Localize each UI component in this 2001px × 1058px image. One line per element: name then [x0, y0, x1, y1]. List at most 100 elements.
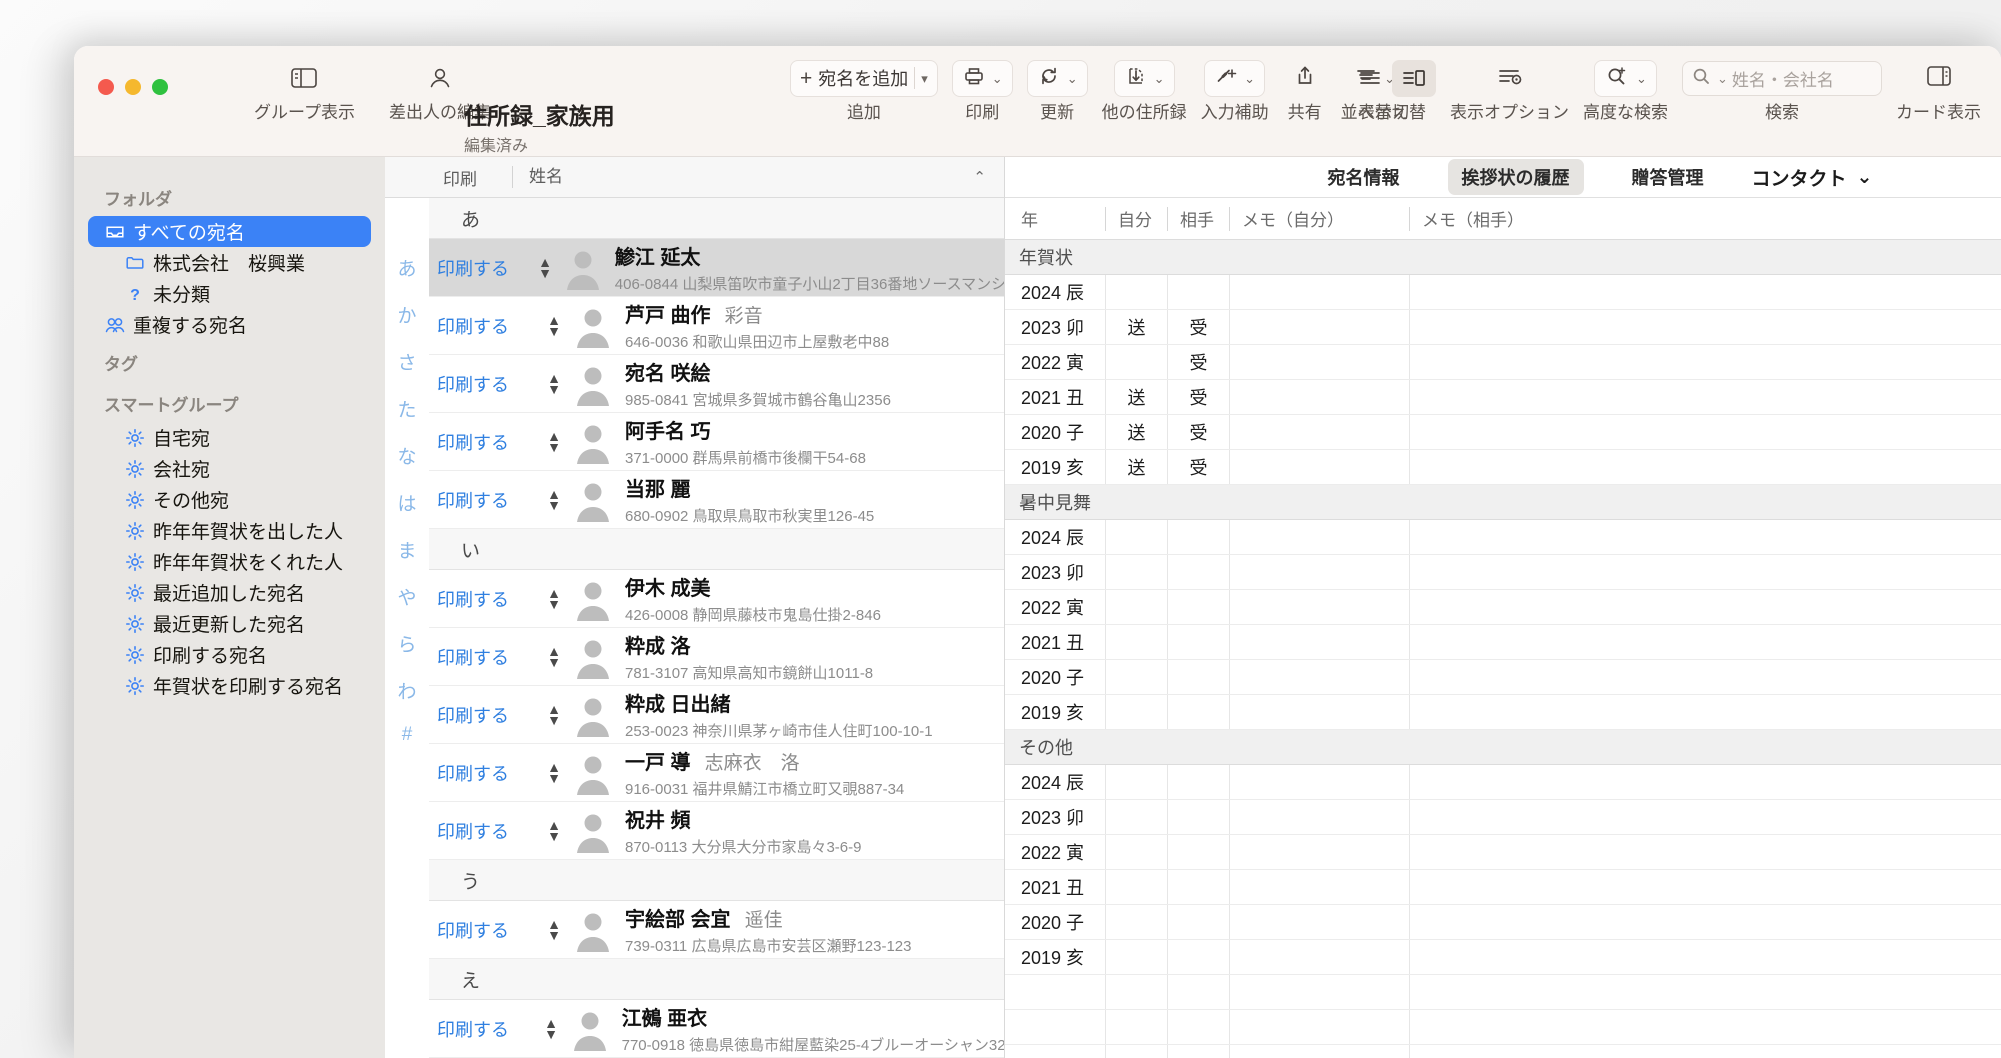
print-toggle-link[interactable]: 印刷する: [433, 429, 537, 455]
tab-2[interactable]: 挨拶状の履歴: [1447, 159, 1584, 195]
sidebar-item-6-s3[interactable]: 最近追加した宛名: [88, 577, 371, 608]
toolbar-button-group-view[interactable]: グループ表示: [254, 46, 355, 123]
table-row[interactable]: 2023 卯: [1005, 800, 2001, 835]
alpha-index-2[interactable]: か: [397, 301, 416, 328]
greeting-year-cell[interactable]: 2021 丑: [1005, 625, 1105, 659]
greeting-other-cell[interactable]: [1167, 905, 1229, 939]
sidebar-item-8-s3[interactable]: 印刷する宛名: [88, 639, 371, 670]
greeting-other-cell[interactable]: [1167, 940, 1229, 974]
toolbar-button-share[interactable]: 共有: [1283, 46, 1327, 123]
table-row[interactable]: 印刷する ▲ ▼ 宇絵部 会宜 遥佳 739-0311 広島県広島市安芸区瀬野123-12…: [429, 901, 1004, 959]
toolbar-button-advanced-search[interactable]: ⌄ 高度な検索: [1583, 46, 1668, 123]
greeting-other-cell[interactable]: [1167, 625, 1229, 659]
sidebar-item-5-s3[interactable]: 昨年年賀状をくれた人: [88, 546, 371, 577]
greeting-memo-self-cell[interactable]: [1229, 275, 1409, 309]
greeting-self-cell[interactable]: [1105, 275, 1167, 309]
print-stepper-icon[interactable]: ▲ ▼: [537, 702, 571, 726]
table-row[interactable]: 印刷する ▲ ▼ 宛名 咲絵 985-0841 宮城県多賀城市鶴谷亀山2356: [429, 355, 1004, 413]
sidebar-item-2-s3[interactable]: 会社宛: [88, 453, 371, 484]
greeting-self-cell[interactable]: 送: [1105, 450, 1167, 484]
greeting-memo-other-cell[interactable]: [1409, 870, 2001, 904]
print-toggle-link[interactable]: 印刷する: [433, 371, 537, 397]
print-stepper-icon[interactable]: ▲ ▼: [537, 644, 571, 668]
greeting-year-cell[interactable]: 2022 寅: [1005, 345, 1105, 379]
print-toggle-link[interactable]: 印刷する: [433, 917, 537, 943]
greeting-memo-self-cell[interactable]: [1229, 765, 1409, 799]
chevron-down-icon[interactable]: ▾: [921, 72, 928, 85]
greeting-self-cell[interactable]: [1105, 905, 1167, 939]
greeting-memo-other-cell[interactable]: [1409, 450, 2001, 484]
table-row[interactable]: 2024 辰: [1005, 765, 2001, 800]
column-header-print[interactable]: 印刷: [385, 165, 512, 190]
alpha-index-10[interactable]: わ: [397, 677, 416, 704]
greeting-other-cell[interactable]: [1167, 555, 1229, 589]
greeting-year-cell[interactable]: 2022 寅: [1005, 590, 1105, 624]
greeting-other-cell[interactable]: 受: [1167, 450, 1229, 484]
other-books-pill[interactable]: ⌄: [1113, 59, 1175, 97]
table-row[interactable]: 印刷する ▲ ▼ 阿手名 巧 371-0000 群馬県前橋市後欄干54-68: [429, 413, 1004, 471]
alpha-index-3[interactable]: さ: [397, 348, 416, 375]
table-row[interactable]: 2021 丑: [1005, 625, 2001, 660]
greeting-memo-self-cell[interactable]: [1229, 625, 1409, 659]
greeting-year-cell[interactable]: 2024 辰: [1005, 520, 1105, 554]
stepper-down-arrow[interactable]: ▼: [547, 323, 561, 337]
greeting-memo-other-cell[interactable]: [1409, 415, 2001, 449]
table-row[interactable]: 2024 辰: [1005, 520, 2001, 555]
print-stepper-icon[interactable]: ▲ ▼: [537, 429, 571, 453]
add-address-pill[interactable]: + 宛名を追加 ▾: [790, 59, 938, 97]
sidebar-item-2-s1[interactable]: 株式会社 桜興業: [88, 247, 371, 278]
greeting-memo-self-cell[interactable]: [1229, 660, 1409, 694]
sidebar-item-7-s3[interactable]: 最近更新した宛名: [88, 608, 371, 639]
table-row[interactable]: 2019 亥: [1005, 695, 2001, 730]
chevron-down-icon[interactable]: ⌄: [1067, 72, 1078, 85]
greeting-memo-self-cell[interactable]: [1229, 695, 1409, 729]
greeting-memo-other-cell[interactable]: [1409, 765, 2001, 799]
greeting-memo-other-cell[interactable]: [1409, 905, 2001, 939]
zoom-button[interactable]: [152, 79, 168, 95]
greeting-other-cell[interactable]: [1167, 800, 1229, 834]
greeting-memo-self-cell[interactable]: [1229, 380, 1409, 414]
chevron-down-icon[interactable]: ⌄: [1154, 72, 1165, 85]
table-row[interactable]: 2021 丑送受: [1005, 380, 2001, 415]
print-toggle-link[interactable]: 印刷する: [433, 818, 537, 844]
greeting-year-cell[interactable]: 2023 卯: [1005, 310, 1105, 344]
greeting-other-cell[interactable]: [1167, 590, 1229, 624]
toolbar-button-update[interactable]: ⌄ 更新: [1026, 46, 1088, 123]
table-row[interactable]: 2023 卯送受: [1005, 310, 2001, 345]
toolbar-button-card-view[interactable]: カード表示: [1896, 46, 1981, 123]
print-stepper-icon[interactable]: ▲ ▼: [537, 818, 571, 842]
column-header-memo-self[interactable]: メモ（自分）: [1229, 206, 1409, 231]
table-row[interactable]: 印刷する ▲ ▼ 粋成 日出緒 253-0023 神奈川県茅ヶ崎市佳人住町100-10-…: [429, 686, 1004, 744]
greeting-memo-other-cell[interactable]: [1409, 835, 2001, 869]
greeting-self-cell[interactable]: [1105, 835, 1167, 869]
toolbar-search-field[interactable]: ⌄ 姓名・会社名 検索: [1682, 46, 1882, 123]
greeting-self-cell[interactable]: [1105, 345, 1167, 379]
greeting-year-cell[interactable]: 2020 子: [1005, 415, 1105, 449]
greeting-year-cell[interactable]: 2020 子: [1005, 905, 1105, 939]
stepper-down-arrow[interactable]: ▼: [547, 381, 561, 395]
greeting-other-cell[interactable]: [1167, 765, 1229, 799]
greeting-year-cell[interactable]: 2019 亥: [1005, 695, 1105, 729]
toolbar-button-view-options[interactable]: 表示オプション: [1450, 46, 1569, 123]
stepper-down-arrow[interactable]: ▼: [547, 654, 561, 668]
toolbar-button-view-switch[interactable]: 表示切替: [1348, 46, 1436, 123]
stepper-down-arrow[interactable]: ▼: [547, 927, 561, 941]
greeting-year-cell[interactable]: 2021 丑: [1005, 380, 1105, 414]
toolbar-button-other-books[interactable]: ⌄ 他の住所録: [1102, 46, 1187, 123]
stepper-down-arrow[interactable]: ▼: [544, 1026, 558, 1040]
greeting-year-cell[interactable]: 2022 寅: [1005, 835, 1105, 869]
tab-1[interactable]: 宛名情報: [1314, 159, 1414, 195]
alpha-index-5[interactable]: な: [397, 442, 416, 469]
print-stepper-icon[interactable]: ▲ ▼: [537, 917, 571, 941]
greeting-other-cell[interactable]: 受: [1167, 380, 1229, 414]
greeting-year-cell[interactable]: 2021 丑: [1005, 870, 1105, 904]
print-stepper-icon[interactable]: ▲ ▼: [529, 255, 560, 279]
greeting-self-cell[interactable]: [1105, 660, 1167, 694]
greeting-memo-other-cell[interactable]: [1409, 695, 2001, 729]
table-row[interactable]: 印刷する ▲ ▼ 一戸 導志麻衣 洛 916-0031 福井県鯖江市橋立町又覗887-3…: [429, 744, 1004, 802]
greeting-memo-other-cell[interactable]: [1409, 660, 2001, 694]
greeting-memo-other-cell[interactable]: [1409, 590, 2001, 624]
chevron-down-icon[interactable]: ⌄: [1244, 72, 1255, 85]
table-row[interactable]: 印刷する ▲ ▼ 粋成 洛 781-3107 高知県高知市鏡餅山1011-8: [429, 628, 1004, 686]
sidebar-item-9-s3[interactable]: 年賀状を印刷する宛名: [88, 670, 371, 701]
